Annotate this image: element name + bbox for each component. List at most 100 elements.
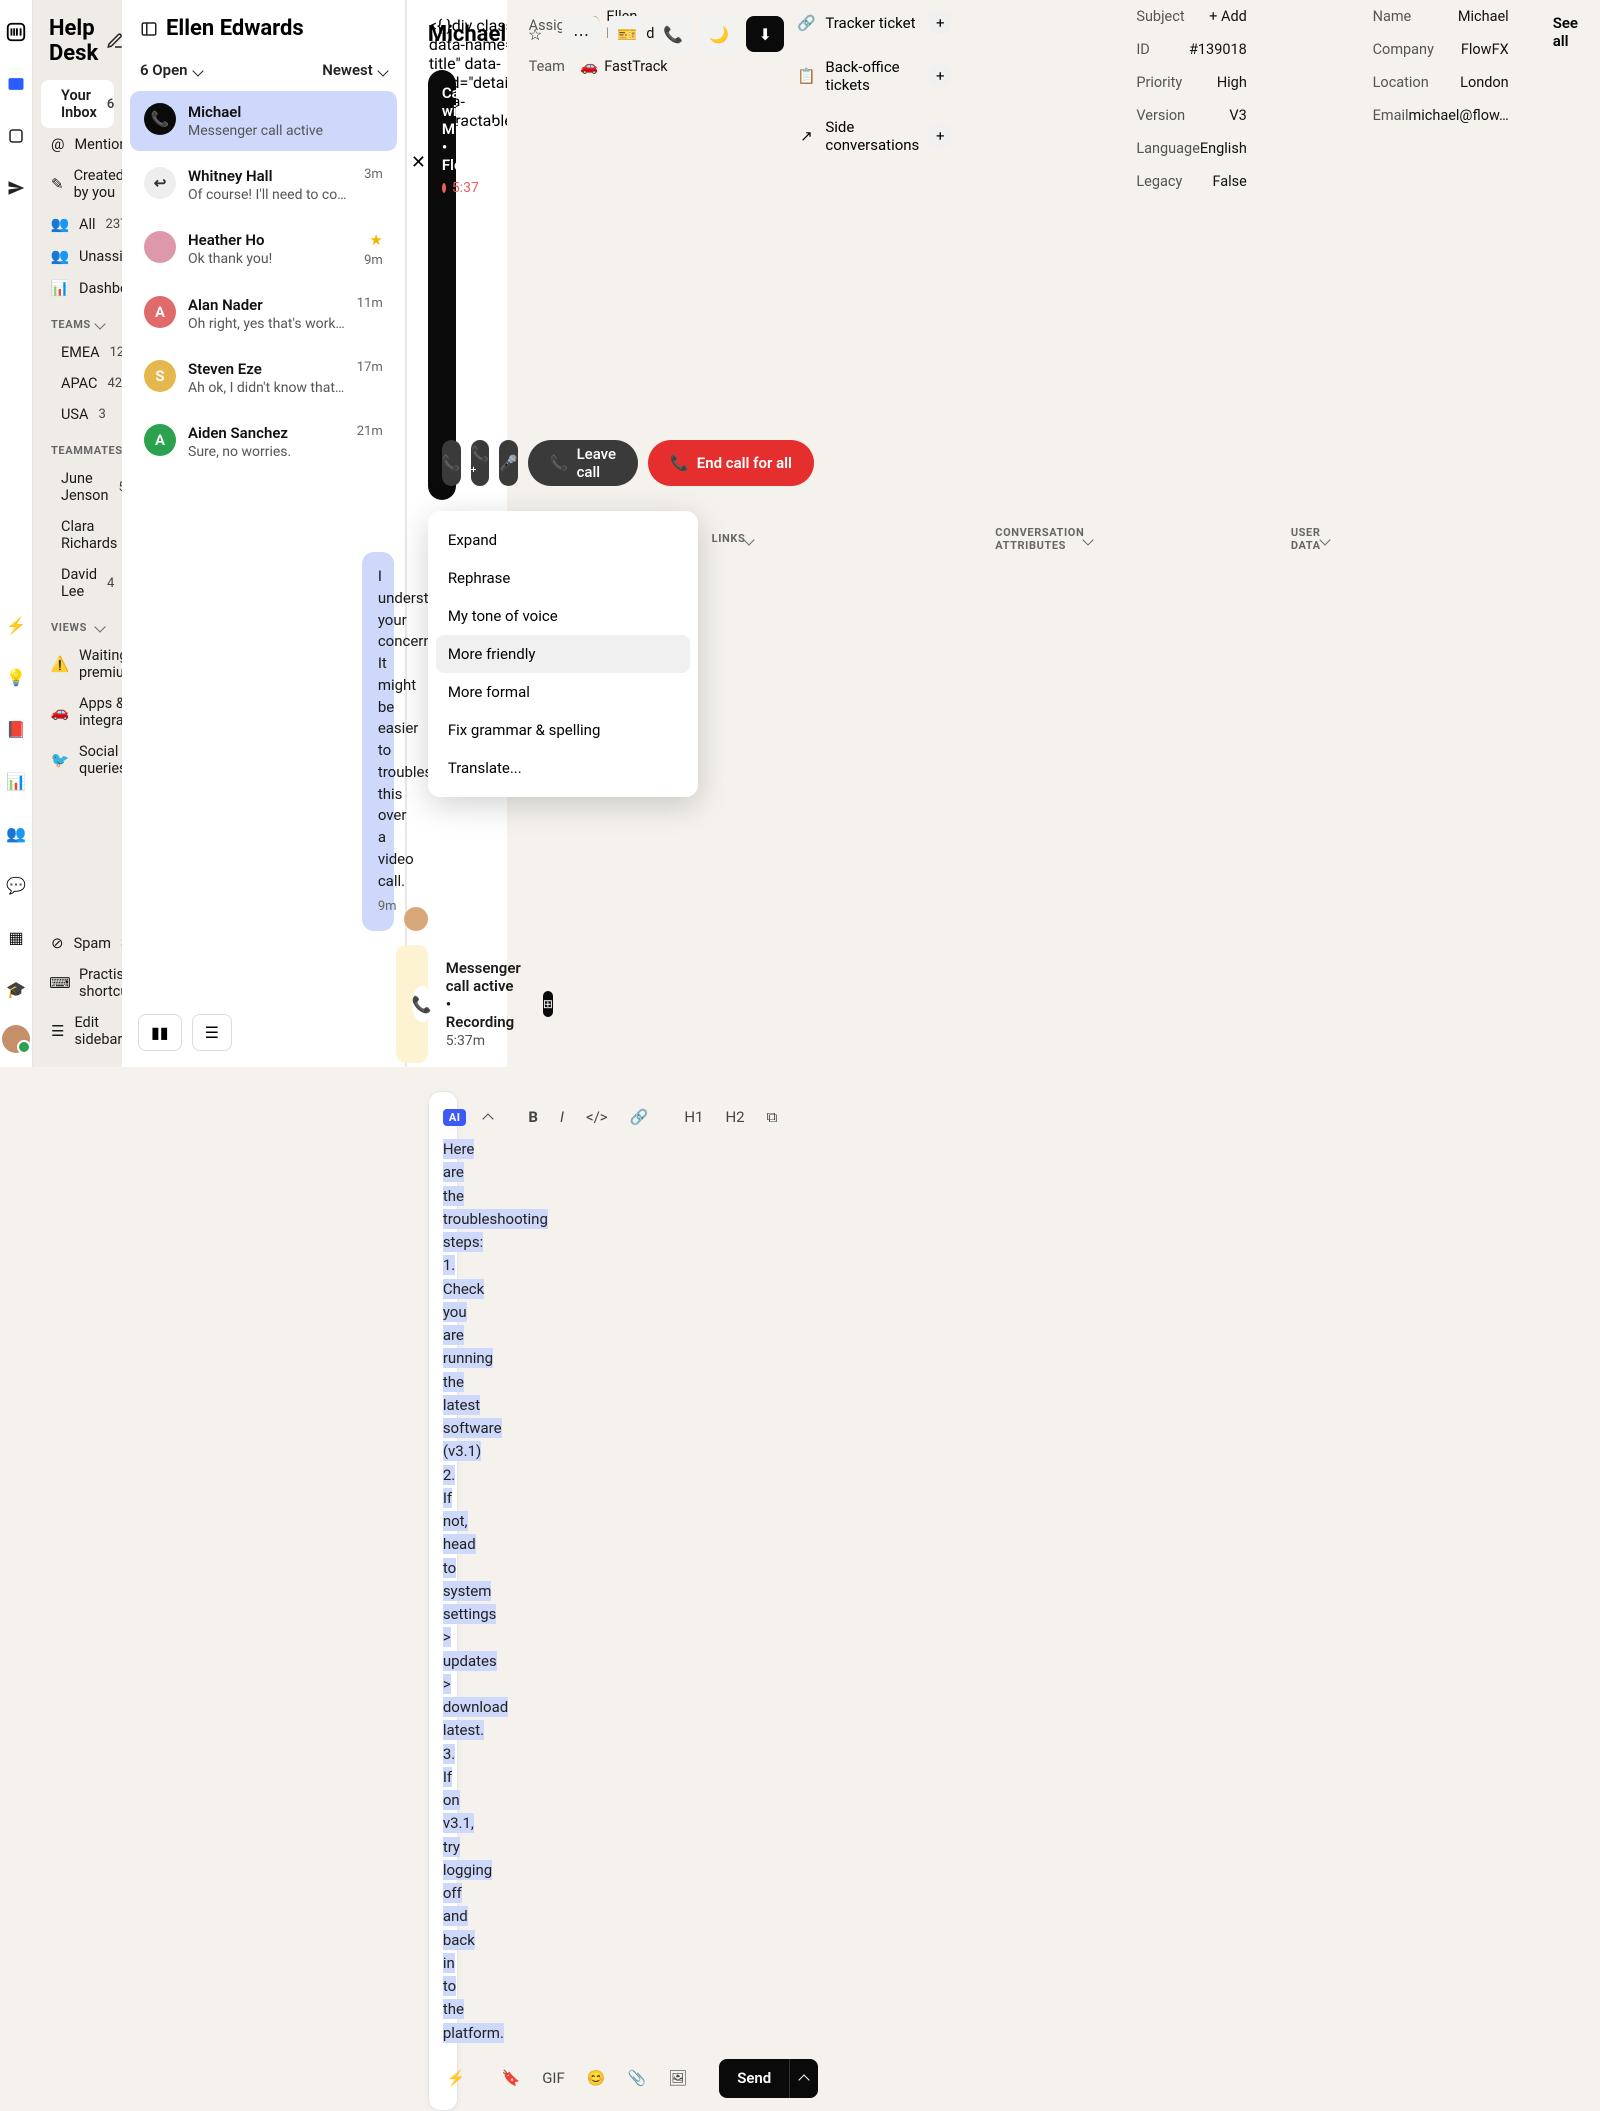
ai-icon[interactable] — [0, 120, 32, 152]
conversation-item[interactable]: AAiden SanchezSure, no worries.21m — [130, 412, 397, 472]
h2-button[interactable]: H2 — [721, 1106, 748, 1128]
sidebar-item-dashboard[interactable]: 📊Dashboard — [41, 272, 114, 304]
ai-menu-item[interactable]: My tone of voice — [436, 597, 690, 635]
call-dialpad-button[interactable]: 📞 — [442, 440, 461, 486]
snooze-icon[interactable]: 🌙 — [700, 16, 738, 52]
sidebar-item-apac[interactable]: APAC42 — [41, 368, 114, 399]
sidebar-item-apps-integrations[interactable]: 🚗Apps & integrations62 — [41, 688, 114, 736]
conversation-item[interactable]: AAlan NaderOh right, yes that's work…11m — [130, 284, 397, 344]
bulb-icon[interactable]: 💡 — [0, 661, 32, 693]
user-avatar[interactable] — [2, 1025, 30, 1053]
people-icon[interactable]: 👥 — [0, 817, 32, 849]
links-section-header[interactable]: LINKS — [690, 0, 776, 1067]
end-call-button[interactable]: 📞 End call for all — [648, 440, 814, 486]
sidebar-item-emea[interactable]: EMEA12 — [41, 337, 114, 368]
sidebar-item-practise-shortcuts[interactable]: ⌨Practise shortcuts — [41, 959, 114, 1007]
ai-menu-toggle[interactable] — [480, 1110, 496, 1125]
send-options-button[interactable] — [789, 2059, 818, 2098]
sidebar-item-mentions[interactable]: @Mentions10 — [41, 128, 114, 160]
h1-button[interactable]: H1 — [680, 1106, 707, 1128]
ai-badge[interactable]: AI — [443, 1109, 467, 1126]
image-icon[interactable]: 🖼 — [664, 2067, 691, 2089]
compose-icon[interactable] — [106, 30, 122, 52]
pause-button[interactable]: ▮▮ — [138, 1014, 182, 1051]
ai-menu-item[interactable]: More friendly — [436, 635, 690, 673]
sidebar-item-clara-richards[interactable]: Clara Richards42 — [41, 511, 114, 559]
sidebar-item-social-queries[interactable]: 🐦Social queries21 — [41, 736, 114, 784]
bookmark-icon[interactable]: 🔖 — [498, 2067, 525, 2089]
more-icon[interactable]: ⋯ — [562, 16, 600, 52]
code-button[interactable]: </> — [582, 1106, 612, 1128]
grad-icon[interactable]: 🎓 — [0, 973, 32, 1005]
phone-icon[interactable]: 📞 — [654, 16, 692, 52]
attrs-section-header[interactable]: CONVERSATION ATTRIBUTES — [973, 0, 1114, 1067]
panel-icon[interactable] — [140, 20, 158, 38]
conversation-item[interactable]: ↩Whitney HallOf course! I'll need to co…… — [130, 155, 397, 215]
details-link[interactable]: 📋Back-office tickets+ — [775, 46, 973, 106]
chart-icon[interactable]: 📊 — [0, 765, 32, 797]
section-views[interactable]: VIEWS — [41, 607, 114, 640]
userdata-section-header[interactable]: USER DATA — [1269, 0, 1351, 1067]
conversation-item[interactable]: SSteven EzeAh ok, I didn't know that…17m — [130, 348, 397, 408]
sidebar-item-david-lee[interactable]: David Lee4 — [41, 559, 114, 607]
ticket-icon[interactable]: 🎫 — [608, 16, 646, 52]
attr-row[interactable]: LegacyFalse — [1114, 165, 1268, 198]
sort-dropdown[interactable]: Newest — [322, 61, 387, 79]
sidebar-item-all[interactable]: 👥All237 — [41, 208, 114, 240]
ai-menu-item[interactable]: Expand — [436, 521, 690, 559]
sidebar-item-usa[interactable]: USA3 — [41, 399, 114, 430]
details-link[interactable]: ↗Side conversations+ — [775, 106, 973, 166]
attr-row[interactable]: PriorityHigh — [1114, 66, 1268, 99]
sidebar-item-your-inbox[interactable]: Your Inbox6 — [41, 80, 114, 128]
sidebar-title: Help Desk — [49, 16, 98, 66]
archive-icon[interactable]: ⬇ — [746, 16, 784, 52]
gif-icon[interactable]: GIF — [538, 2067, 569, 2089]
bolt-icon[interactable]: ⚡ — [0, 609, 32, 641]
section-teammates[interactable]: TEAMMATES — [41, 430, 114, 463]
star-icon[interactable]: ☆ — [516, 16, 554, 52]
send-icon[interactable] — [0, 172, 32, 204]
attach-icon[interactable]: 📎 — [623, 2067, 650, 2089]
call-mute-button[interactable]: 🎤 — [499, 440, 518, 486]
attr-row[interactable]: Subject+ Add — [1114, 0, 1268, 33]
call-add-button[interactable]: 📞⁺ — [471, 440, 490, 486]
list-view-button[interactable]: ☰ — [192, 1014, 232, 1051]
book-icon[interactable]: 📕 — [0, 713, 32, 745]
details-link[interactable]: 🔗Tracker ticket+ — [775, 0, 973, 46]
sidebar-item-unassigned[interactable]: 👥Unassigned8 — [41, 240, 114, 272]
ai-menu-item[interactable]: Translate... — [436, 749, 690, 787]
send-button[interactable]: Send — [719, 2059, 789, 2098]
sidebar-item-june-jenson[interactable]: June Jenson52 — [41, 463, 114, 511]
conversation-item[interactable]: Heather HoOk thank you!★9m — [130, 219, 397, 280]
attr-row[interactable]: VersionV3 — [1114, 99, 1268, 132]
ai-menu-item[interactable]: More formal — [436, 673, 690, 711]
logo-icon[interactable] — [0, 16, 32, 48]
attr-row[interactable]: LanguageEnglish — [1114, 132, 1268, 165]
sidebar-item-waiting-premium[interactable]: ⚠️Waiting premium7 — [41, 640, 114, 688]
link-button[interactable]: 🔗 — [626, 1106, 653, 1128]
inbox-icon[interactable] — [0, 68, 32, 100]
call-panel: Call with Michael • FlowFX 5:37 You 🎤 Mi… — [428, 70, 456, 500]
leave-call-button[interactable]: 📞 Leave call — [528, 440, 638, 486]
apps-icon[interactable]: ▦ — [0, 921, 32, 953]
bolt-icon[interactable]: ⚡ — [443, 2067, 470, 2089]
sidebar-item-created-by-you[interactable]: ✎Created by you29 — [41, 160, 114, 208]
agent-avatar — [404, 907, 428, 931]
conversation-item[interactable]: 📞MichaelMessenger call active — [130, 91, 397, 151]
attr-row[interactable]: ID#139018 — [1114, 33, 1268, 66]
see-all-link[interactable]: See all — [1531, 0, 1600, 1067]
message-bubble: I understand your concern. It might be e… — [362, 552, 394, 931]
ai-menu-item[interactable]: Rephrase — [436, 559, 690, 597]
section-teams[interactable]: TEAMS — [41, 304, 114, 337]
sidebar-item-spam[interactable]: ⊘Spam3 — [41, 927, 114, 959]
ai-menu-item[interactable]: Fix grammar & spelling — [436, 711, 690, 749]
italic-button[interactable]: I — [556, 1106, 568, 1128]
codeblock-button[interactable]: ⧉ — [763, 1106, 782, 1128]
userdata-row: CompanyFlowFX — [1351, 33, 1531, 66]
message-icon[interactable]: 💬 — [0, 869, 32, 901]
open-filter[interactable]: 6 Open — [140, 61, 202, 79]
emoji-icon[interactable]: 😊 — [583, 2067, 610, 2089]
userdata-row: Emailmichael@flow… — [1351, 99, 1531, 132]
sidebar-item-edit-sidebar[interactable]: ☰Edit sidebar — [41, 1007, 114, 1055]
bold-button[interactable]: B — [524, 1106, 542, 1128]
